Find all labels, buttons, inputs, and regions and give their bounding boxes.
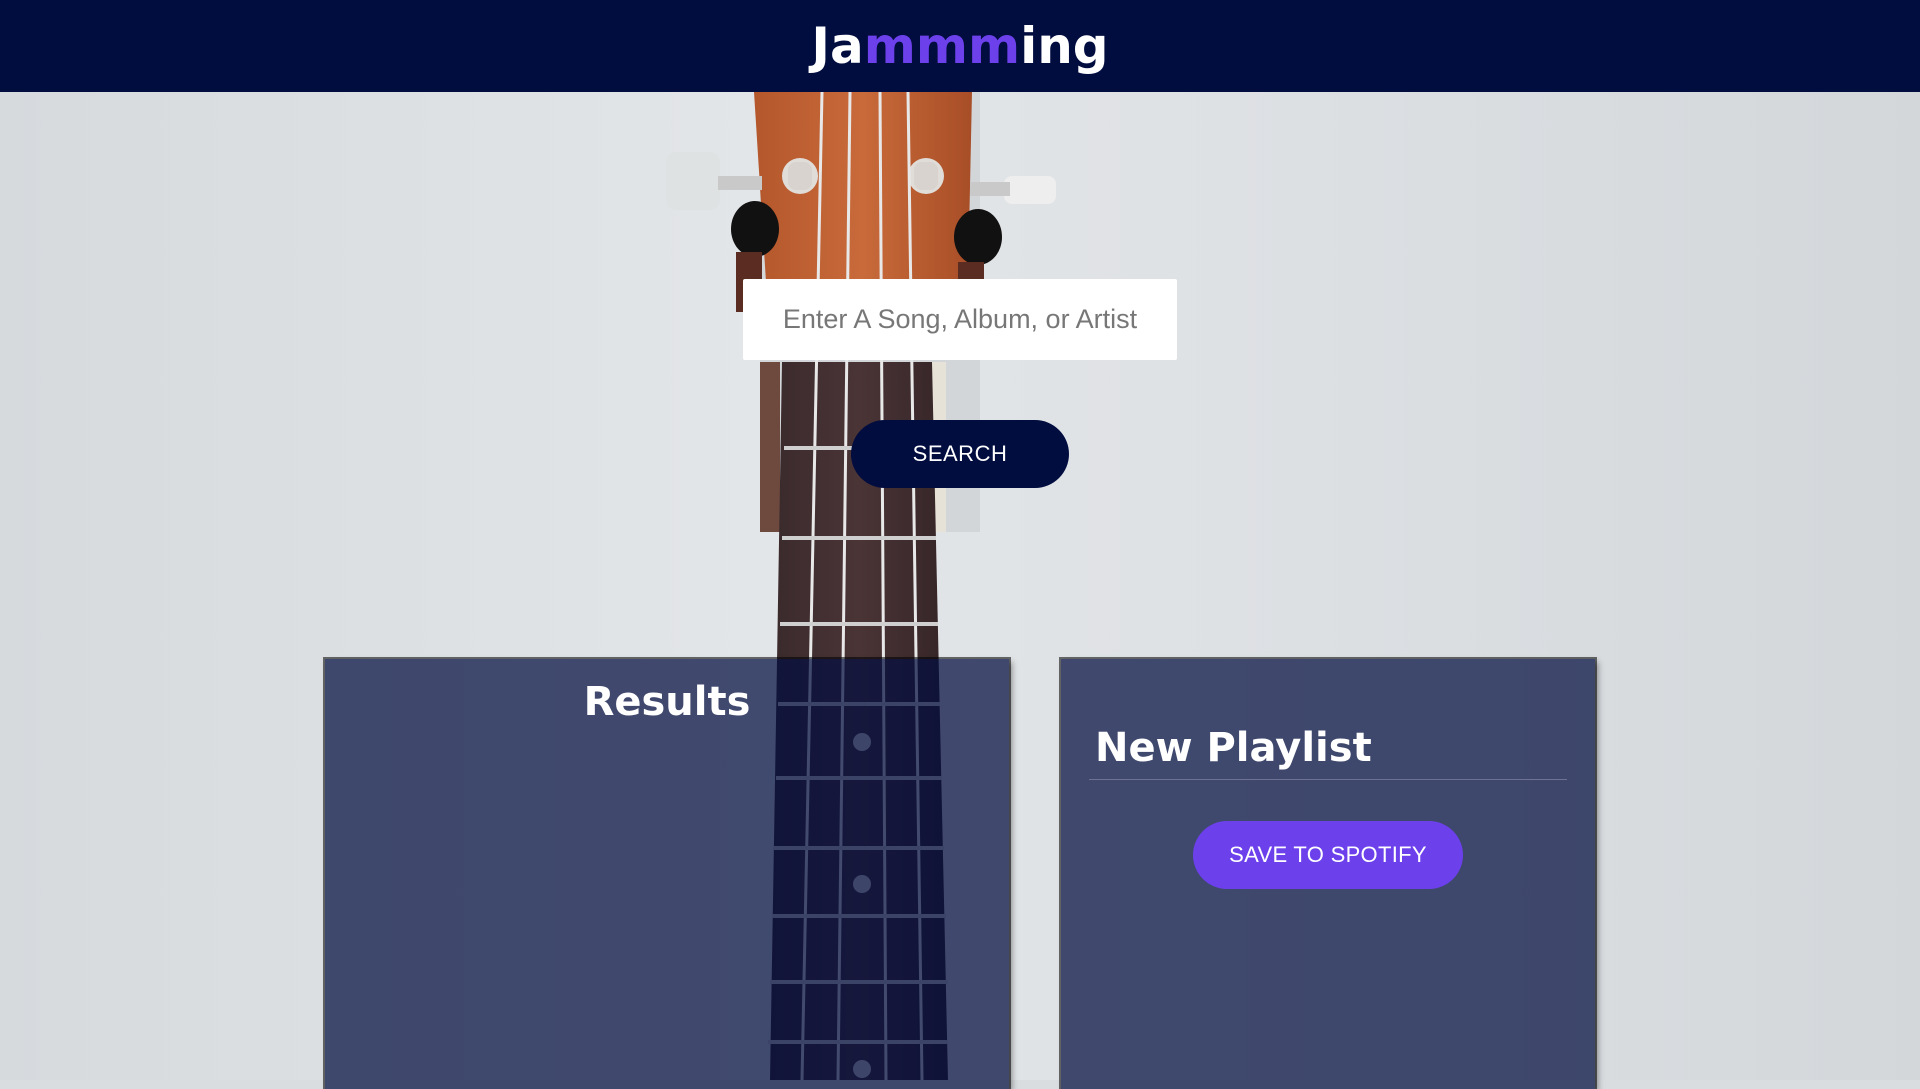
- search-button[interactable]: SEARCH: [851, 420, 1069, 488]
- save-to-spotify-button[interactable]: SAVE TO SPOTIFY: [1193, 821, 1463, 889]
- playlist-name-input[interactable]: [1089, 725, 1567, 780]
- search-input[interactable]: [743, 279, 1177, 360]
- app-logo: Jammming: [811, 21, 1108, 71]
- results-title: Results: [583, 679, 751, 725]
- logo-text-accent: mmm: [863, 17, 1021, 75]
- logo-text-prefix: Ja: [811, 17, 864, 75]
- logo-text-suffix: ing: [1020, 17, 1109, 75]
- playlist-panel: SAVE TO SPOTIFY: [1061, 659, 1595, 1089]
- app-header: Jammming: [0, 0, 1920, 92]
- results-panel: Results: [325, 659, 1009, 1089]
